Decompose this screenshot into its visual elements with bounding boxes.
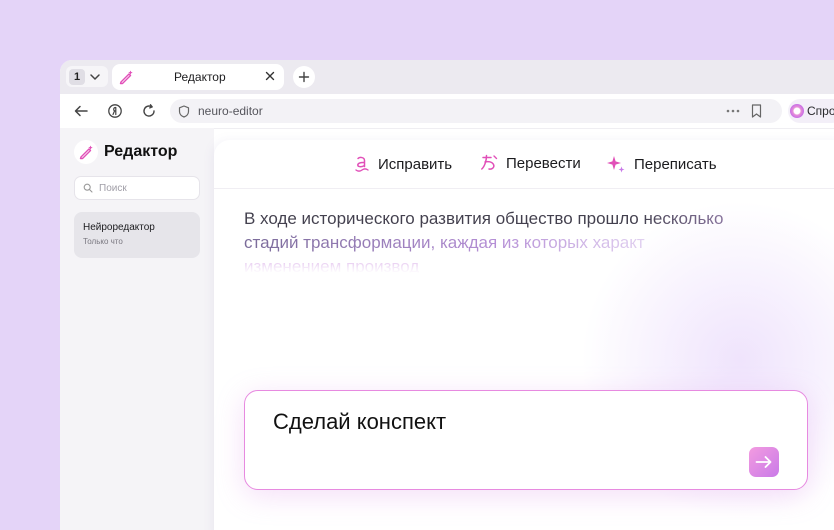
- brand: Редактор: [74, 140, 177, 164]
- tab-title: Редактор: [174, 70, 226, 84]
- text-line: стадий трансформации, каждая из которых …: [244, 231, 804, 255]
- navigation-bar: neuro-editor Спро: [60, 94, 834, 129]
- fix-label: Исправить: [378, 155, 453, 173]
- address-bar[interactable]: neuro-editor: [170, 99, 782, 123]
- brand-name: Редактор: [104, 143, 178, 160]
- tab-editor[interactable]: Редактор: [112, 64, 284, 90]
- search-placeholder: Поиск: [99, 182, 127, 194]
- pen-sparkle-icon: [118, 69, 134, 85]
- plus-icon: [298, 71, 310, 83]
- back-icon[interactable]: [72, 102, 90, 120]
- tab-counter-button[interactable]: 1: [66, 66, 108, 87]
- search-input[interactable]: Поиск: [74, 176, 200, 200]
- rewrite-label: Переписать: [634, 155, 717, 173]
- prompt-input[interactable]: Сделай конспект: [244, 390, 808, 490]
- tab-strip: 1 Редактор: [60, 60, 834, 94]
- editor-panel: Исправить Перевести Переписать В ходе ис…: [214, 140, 834, 530]
- tab-count: 1: [69, 68, 85, 85]
- shield-icon[interactable]: [178, 104, 190, 118]
- browser-window: 1 Редактор neuro-editor Спро Редактор По…: [60, 60, 834, 530]
- prompt-text: Сделай конспект: [273, 409, 447, 434]
- pen-sparkle-icon: [74, 140, 98, 164]
- chevron-down-icon: [89, 71, 101, 83]
- document-title: Нейроредактор: [83, 222, 155, 233]
- fix-button[interactable]: Исправить: [354, 154, 452, 174]
- spellcheck-icon: [354, 154, 370, 174]
- new-tab-button[interactable]: [293, 66, 315, 88]
- send-button[interactable]: [749, 447, 779, 477]
- document-timestamp: Только что: [83, 237, 123, 246]
- bookmark-icon[interactable]: [751, 104, 762, 118]
- translate-label: Перевести: [506, 154, 581, 172]
- arrow-right-icon: [755, 456, 772, 468]
- translate-icon: [480, 154, 498, 172]
- text-line: изменением производ: [244, 255, 804, 273]
- list-item[interactable]: Нейроредактор Только что: [74, 212, 200, 258]
- reload-icon[interactable]: [140, 102, 158, 120]
- translate-button[interactable]: Перевести: [480, 154, 581, 172]
- ask-label: Спро: [807, 104, 834, 118]
- alice-icon: [790, 104, 804, 118]
- search-icon: [83, 183, 93, 193]
- url-text: neuro-editor: [198, 104, 263, 118]
- more-options-icon[interactable]: [726, 103, 740, 119]
- yandex-icon[interactable]: [106, 102, 124, 120]
- text-line: В ходе исторического развития общество п…: [244, 207, 804, 231]
- document-text[interactable]: В ходе исторического развития общество п…: [244, 207, 804, 273]
- sparkle-icon: [606, 154, 626, 174]
- editor-toolbar: Исправить Перевести Переписать: [214, 140, 834, 189]
- sidebar: Редактор Поиск Нейроредактор Только что: [60, 128, 214, 530]
- rewrite-button[interactable]: Переписать: [606, 154, 717, 174]
- alice-ask-button[interactable]: Спро: [788, 99, 834, 123]
- close-icon[interactable]: [264, 70, 276, 82]
